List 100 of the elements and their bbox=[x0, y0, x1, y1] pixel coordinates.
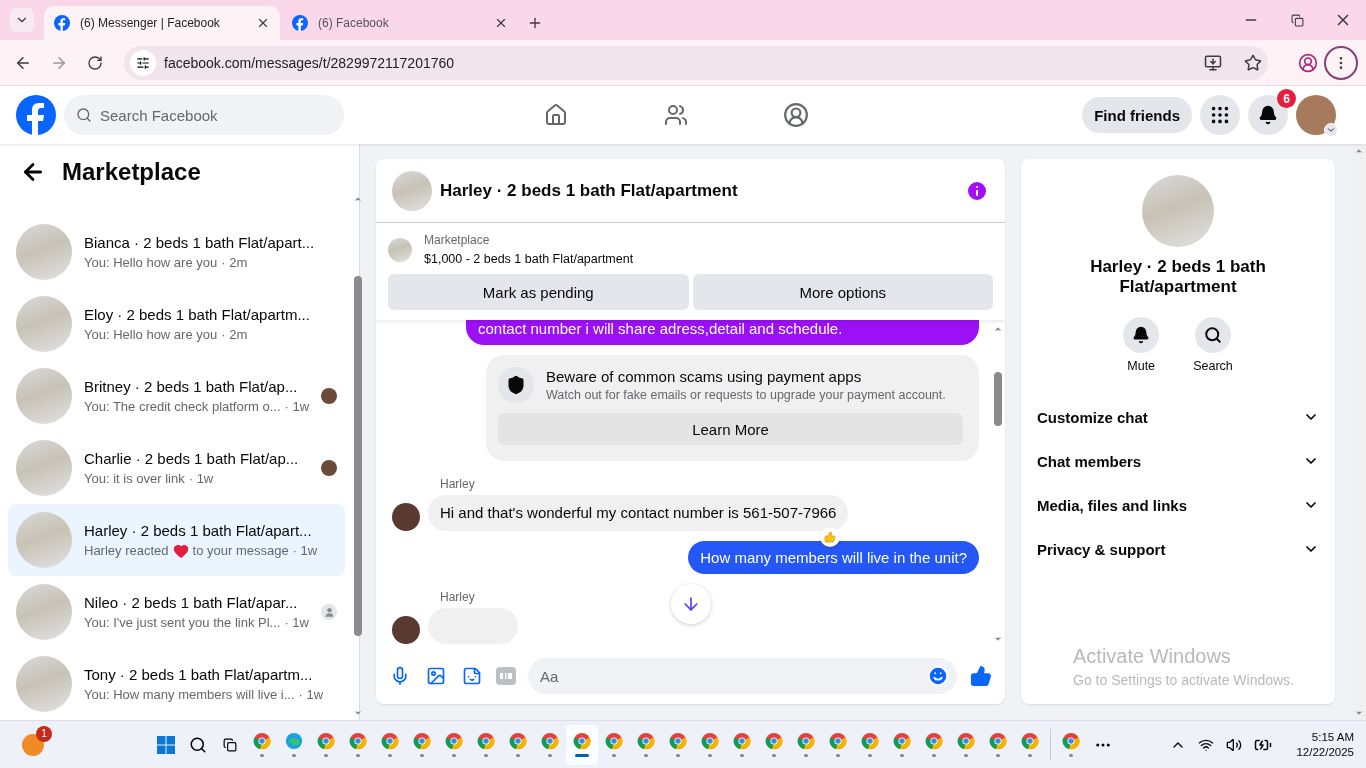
chrome-icon bbox=[381, 732, 399, 750]
conversation-item[interactable]: Eloy · 2 beds 1 bath Flat/apartm... You: Hello how are you · 2m bbox=[8, 288, 346, 360]
message-bubble: How many members will live in the unit? bbox=[688, 541, 979, 574]
site-settings-button[interactable] bbox=[130, 49, 156, 76]
scroll-up-icon[interactable] bbox=[1354, 146, 1364, 156]
section-header[interactable]: Chat members bbox=[1037, 439, 1319, 483]
chrome-icon bbox=[349, 732, 367, 750]
message-preview: You: it is over link bbox=[84, 471, 185, 486]
avatar bbox=[392, 503, 420, 531]
photo-placeholder bbox=[16, 296, 72, 352]
conversation-name: Tony · 2 beds 1 bath Flat/apartm... bbox=[84, 666, 314, 683]
tab-title: (6) Messenger | Facebook bbox=[80, 16, 221, 30]
chrome-icon bbox=[957, 732, 975, 750]
chrome-icon bbox=[733, 732, 751, 750]
section-header[interactable]: Media, files and links bbox=[1037, 483, 1319, 527]
scroll-down-icon[interactable] bbox=[353, 708, 364, 718]
scroll-up-icon[interactable] bbox=[353, 194, 364, 204]
chrome-icon bbox=[989, 732, 1007, 750]
notifications-button[interactable] bbox=[1248, 95, 1288, 135]
clock[interactable]: 5:15 AM 12/22/2025 bbox=[1296, 731, 1354, 758]
sender-name: Harley bbox=[440, 590, 476, 604]
close-icon[interactable] bbox=[256, 16, 270, 30]
find-friends-button[interactable]: Find friends bbox=[1082, 97, 1192, 133]
notification-badge: 1 bbox=[36, 725, 52, 742]
conversation-item[interactable]: Tony · 2 beds 1 bath Flat/apartm... You: How many members will live i... · 1w bbox=[8, 648, 346, 720]
profile-icon[interactable] bbox=[1298, 52, 1318, 73]
photo-placeholder bbox=[16, 368, 72, 424]
listing-action-button[interactable]: Mark as pending bbox=[388, 274, 689, 310]
message-preview: You: Hello how are you bbox=[84, 327, 218, 342]
action-label: Search bbox=[1193, 359, 1233, 373]
conversation-name: Bianca · 2 beds 1 bath Flat/apart... bbox=[84, 234, 316, 251]
conversation-item[interactable]: Bianca · 2 beds 1 bath Flat/apart... You: Hello how are you · 2m bbox=[8, 216, 346, 288]
menu-button[interactable] bbox=[1324, 45, 1358, 80]
section-header[interactable]: Customize chat bbox=[1037, 395, 1319, 439]
conversation-item[interactable]: Britney · 2 beds 1 bath Flat/ap... You: The credit check platform o... · 1w bbox=[8, 360, 346, 432]
warning-text: Watch out for fake emails or requests to upgrade your payment account. bbox=[546, 388, 946, 402]
facebook-logo[interactable] bbox=[16, 95, 56, 135]
facebook-icon bbox=[292, 15, 308, 31]
scroll-up-icon[interactable] bbox=[993, 324, 1003, 334]
conversation-item[interactable]: Harley · 2 beds 1 bath Flat/apart... Harley reacted to your message · 1w bbox=[8, 504, 346, 576]
message-preview: You: The credit check platform o... bbox=[84, 399, 281, 414]
install-icon[interactable] bbox=[1204, 53, 1222, 72]
photo-placeholder bbox=[16, 656, 72, 712]
sidebar-title: Marketplace bbox=[62, 158, 201, 186]
learn-more-button[interactable]: Learn More bbox=[498, 413, 963, 445]
conversation-title: Harley · 2 beds 1 bath Flat/apartment bbox=[1089, 257, 1267, 297]
taskbar-app[interactable] bbox=[566, 724, 598, 765]
message-time: · 1w bbox=[292, 543, 318, 558]
menu-button[interactable] bbox=[1200, 95, 1240, 135]
weather-icon[interactable] bbox=[22, 733, 44, 756]
message-field[interactable]: Aa bbox=[528, 658, 957, 694]
conversation-name: Britney · 2 beds 1 bath Flat/ap... bbox=[84, 378, 299, 395]
emoji-icon[interactable] bbox=[927, 665, 949, 687]
photo-placeholder bbox=[16, 512, 72, 568]
mute-button[interactable] bbox=[1123, 317, 1160, 353]
chrome-icon bbox=[1021, 732, 1039, 750]
chrome-icon bbox=[573, 732, 591, 750]
close-icon[interactable] bbox=[494, 16, 508, 30]
volume-icon[interactable] bbox=[1226, 736, 1243, 753]
activation-text: Go to Settings to activate Windows. bbox=[1073, 672, 1294, 688]
browser-icon bbox=[285, 732, 303, 750]
thumbs-up-icon[interactable] bbox=[969, 664, 993, 688]
conversation-item[interactable]: Nileo · 2 beds 1 bath Flat/apar... You: I've just sent you the link Pl... · 1w bbox=[8, 576, 346, 648]
section-header[interactable]: Privacy & support bbox=[1037, 527, 1319, 571]
scrollbar-thumb[interactable] bbox=[354, 276, 363, 636]
scroll-down-icon[interactable] bbox=[993, 634, 1003, 644]
photo-placeholder bbox=[16, 224, 72, 280]
message-preview: to your message bbox=[192, 543, 289, 558]
bell-icon bbox=[1258, 105, 1278, 125]
conversation-name: Harley · 2 beds 1 bath Flat/apart... bbox=[84, 521, 313, 539]
account-avatar[interactable] bbox=[1296, 95, 1336, 135]
listing-title: $1,000 - 2 beds 1 bath Flat/apartment bbox=[424, 252, 634, 266]
conversation-item[interactable]: Charlie · 2 beds 1 bath Flat/ap... You: it is over link · 1w bbox=[8, 432, 346, 504]
message-time: · 2m bbox=[221, 255, 248, 270]
browser-tab[interactable]: (6) Messenger | Facebook bbox=[44, 6, 280, 40]
browser-tab[interactable]: (6) Facebook bbox=[282, 6, 518, 40]
listing-action-button[interactable]: More options bbox=[692, 274, 993, 310]
grid-icon bbox=[1209, 104, 1231, 126]
scroll-to-bottom-button[interactable] bbox=[671, 584, 711, 624]
message-preview: You: Hello how are you bbox=[84, 255, 218, 270]
conversation-name: Nileo · 2 beds 1 bath Flat/apar... bbox=[84, 594, 299, 611]
chrome-icon bbox=[445, 732, 463, 750]
warning-title: Beware of common scams using payment apps bbox=[546, 368, 863, 385]
start-icon[interactable] bbox=[157, 735, 175, 754]
bell-icon bbox=[1132, 326, 1151, 344]
tab-list-button[interactable] bbox=[10, 8, 34, 32]
message-time: · 2m bbox=[221, 327, 248, 342]
chrome-icon bbox=[541, 732, 559, 750]
scroll-down-icon[interactable] bbox=[1354, 708, 1364, 718]
chrome-icon bbox=[477, 732, 495, 750]
search-field[interactable]: Search Facebook bbox=[64, 95, 344, 135]
heart-icon bbox=[172, 542, 189, 559]
address-bar[interactable]: facebook.com/messages/t/2829972117201760 bbox=[124, 45, 1268, 80]
star-icon[interactable] bbox=[1244, 53, 1262, 72]
search-button[interactable] bbox=[1195, 317, 1231, 353]
chat-title: Harley · 2 beds 1 bath Flat/apartment bbox=[440, 180, 739, 201]
message-time: · 1w bbox=[188, 471, 214, 486]
chrome-icon bbox=[765, 732, 783, 750]
photo-placeholder bbox=[392, 170, 432, 211]
scrollbar-thumb[interactable] bbox=[994, 372, 1002, 426]
